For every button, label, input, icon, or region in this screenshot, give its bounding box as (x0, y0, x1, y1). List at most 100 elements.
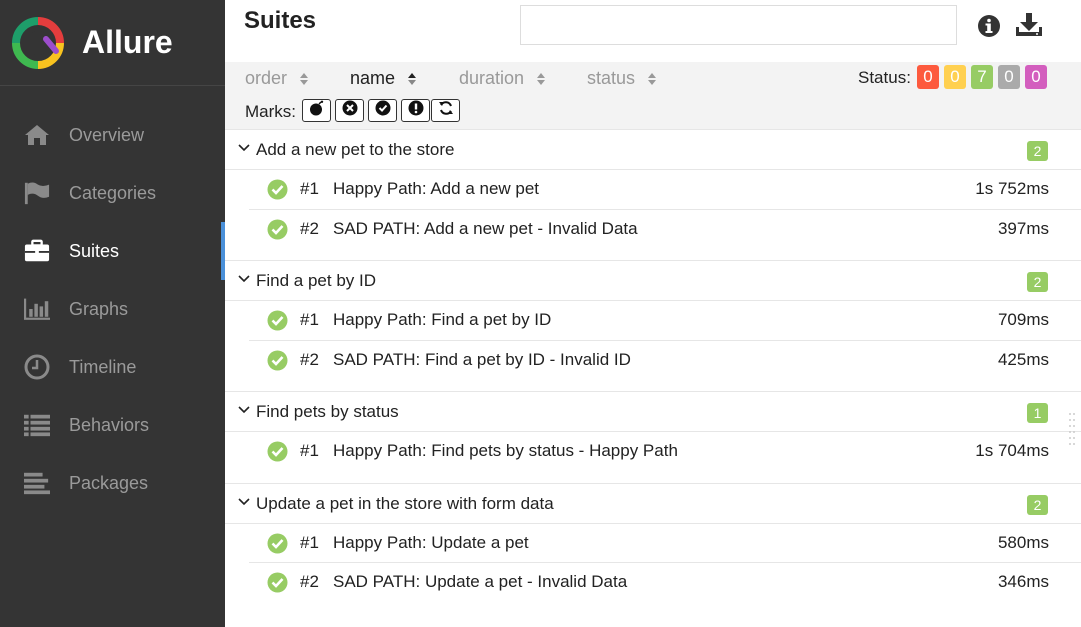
suite-group-title: Find pets by status (256, 402, 399, 421)
page-title: Suites (244, 7, 317, 34)
marks-label: Marks: (245, 102, 296, 121)
sidebar-item-graphs[interactable]: Graphs (0, 280, 225, 338)
mark-new-passed-button[interactable] (368, 99, 397, 122)
test-duration: 425ms (997, 349, 1049, 369)
app-title: Allure (82, 24, 173, 60)
passed-icon (267, 310, 288, 331)
status-failed-badge[interactable]: 0 (917, 65, 939, 89)
sort-icon (647, 71, 657, 87)
test-duration: 709ms (997, 310, 1049, 329)
pane-resize-handle[interactable] (1068, 410, 1076, 450)
test-name: Happy Path: Find a pet by ID (333, 310, 552, 329)
sort-label: status (587, 68, 636, 88)
test-number: #2 (300, 218, 319, 238)
test-row[interactable]: #1 Happy Path: Update a pet 580ms (249, 524, 1081, 563)
sort-by-duration[interactable]: duration (459, 68, 546, 89)
mark-new-broken-button[interactable] (401, 99, 430, 122)
test-row[interactable]: #2 SAD PATH: Add a new pet - Invalid Dat… (249, 210, 1081, 250)
mark-retries-button[interactable] (431, 99, 460, 122)
suite-group-title: Find a pet by ID (256, 271, 377, 290)
briefcase-icon (24, 238, 50, 264)
download-icon[interactable] (1015, 12, 1043, 38)
home-icon (24, 122, 50, 148)
chevron-down-icon (238, 275, 250, 283)
test-row[interactable]: #2 SAD PATH: Find a pet by ID - Invalid … (249, 341, 1081, 381)
sidebar-item-label: Suites (69, 240, 120, 261)
suite-group-header[interactable]: Update a pet in the store with form data… (225, 484, 1081, 524)
align-left-icon (24, 470, 50, 496)
passed-icon (267, 441, 288, 462)
test-number: #1 (300, 310, 319, 329)
sidebar-item-suites[interactable]: Suites (0, 222, 225, 280)
sidebar-item-label: Behaviors (69, 414, 150, 435)
brand[interactable]: Allure (0, 0, 225, 86)
sort-label: order (245, 68, 288, 88)
bar-chart-icon (24, 296, 50, 322)
test-name: SAD PATH: Add a new pet - Invalid Data (333, 218, 638, 238)
status-broken-badge[interactable]: 0 (944, 65, 966, 89)
test-number: #1 (300, 441, 319, 460)
clock-icon (24, 354, 50, 380)
test-row[interactable]: #1 Happy Path: Find pets by status - Hap… (249, 432, 1081, 472)
passed-icon (267, 219, 288, 239)
test-duration: 1s 704ms (975, 441, 1049, 460)
bomb-icon (309, 100, 325, 121)
info-icon[interactable] (977, 14, 1001, 38)
test-name: Happy Path: Find pets by status - Happy … (333, 441, 678, 460)
sidebar-item-label: Overview (69, 124, 145, 145)
main-pane: Suites order name duration status Status… (225, 0, 1081, 627)
sidebar-item-label: Packages (69, 472, 149, 493)
sort-icon (299, 71, 309, 87)
passed-icon (267, 179, 288, 200)
test-name: Happy Path: Add a new pet (333, 179, 540, 198)
test-name: SAD PATH: Find a pet by ID - Invalid ID (333, 349, 631, 369)
suite-count-badge: 2 (1027, 272, 1048, 292)
status-passed-badge[interactable]: 7 (971, 65, 993, 89)
test-row[interactable]: #1 Happy Path: Find a pet by ID 709ms (249, 301, 1081, 341)
sidebar-item-label: Categories (69, 182, 157, 203)
group-divider (225, 472, 1081, 484)
allure-logo (12, 16, 64, 69)
group-divider (225, 380, 1081, 392)
test-name: SAD PATH: Update a pet - Invalid Data (333, 572, 628, 591)
status-filter-label: Status: (858, 68, 911, 87)
sidebar-item-timeline[interactable]: Timeline (0, 338, 225, 396)
test-duration: 1s 752ms (975, 179, 1049, 198)
search-input[interactable] (520, 5, 957, 45)
sidebar-item-packages[interactable]: Packages (0, 454, 225, 512)
sidebar-item-label: Timeline (69, 356, 137, 377)
suite-group-header[interactable]: Find a pet by ID 2 (225, 261, 1081, 301)
suite-count-badge: 2 (1027, 494, 1048, 515)
sidebar: Allure Overview Categories Suites Graphs (0, 0, 225, 627)
test-row[interactable]: #2 SAD PATH: Update a pet - Invalid Data… (249, 563, 1081, 603)
sort-by-order[interactable]: order (245, 68, 309, 89)
test-duration: 346ms (997, 572, 1049, 591)
check-circle-icon (375, 100, 391, 121)
status-unknown-badge[interactable]: 0 (1025, 65, 1047, 89)
mark-flaky-button[interactable] (302, 99, 331, 122)
passed-icon (267, 350, 288, 370)
suite-group-title: Update a pet in the store with form data (256, 493, 554, 513)
sort-by-status[interactable]: status (587, 68, 657, 89)
sort-label: name (350, 68, 396, 88)
suite-group-header[interactable]: Find pets by status 1 (225, 392, 1081, 432)
suite-count-badge: 2 (1027, 141, 1048, 161)
suite-group-header[interactable]: Add a new pet to the store 2 (225, 130, 1081, 170)
refresh-icon (438, 100, 454, 121)
test-number: #2 (300, 349, 319, 369)
sort-by-name[interactable]: name (350, 68, 417, 89)
list-icon (24, 412, 50, 438)
sidebar-item-behaviors[interactable]: Behaviors (0, 396, 225, 454)
status-skipped-badge[interactable]: 0 (998, 65, 1020, 89)
test-row[interactable]: #1 Happy Path: Add a new pet 1s 752ms (249, 170, 1081, 210)
mark-new-failed-button[interactable] (335, 99, 364, 122)
suite-count-badge: 1 (1027, 403, 1048, 423)
flag-icon (24, 180, 50, 206)
x-circle-icon (342, 100, 358, 121)
sort-asc-icon (407, 71, 417, 87)
sidebar-item-categories[interactable]: Categories (0, 164, 225, 222)
suite-group-title: Add a new pet to the store (256, 140, 455, 159)
sidebar-item-overview[interactable]: Overview (0, 106, 225, 164)
sort-toolbar: order name duration status Status: 0 0 7… (225, 62, 1081, 92)
sidebar-nav: Overview Categories Suites Graphs Timeli… (0, 106, 225, 512)
